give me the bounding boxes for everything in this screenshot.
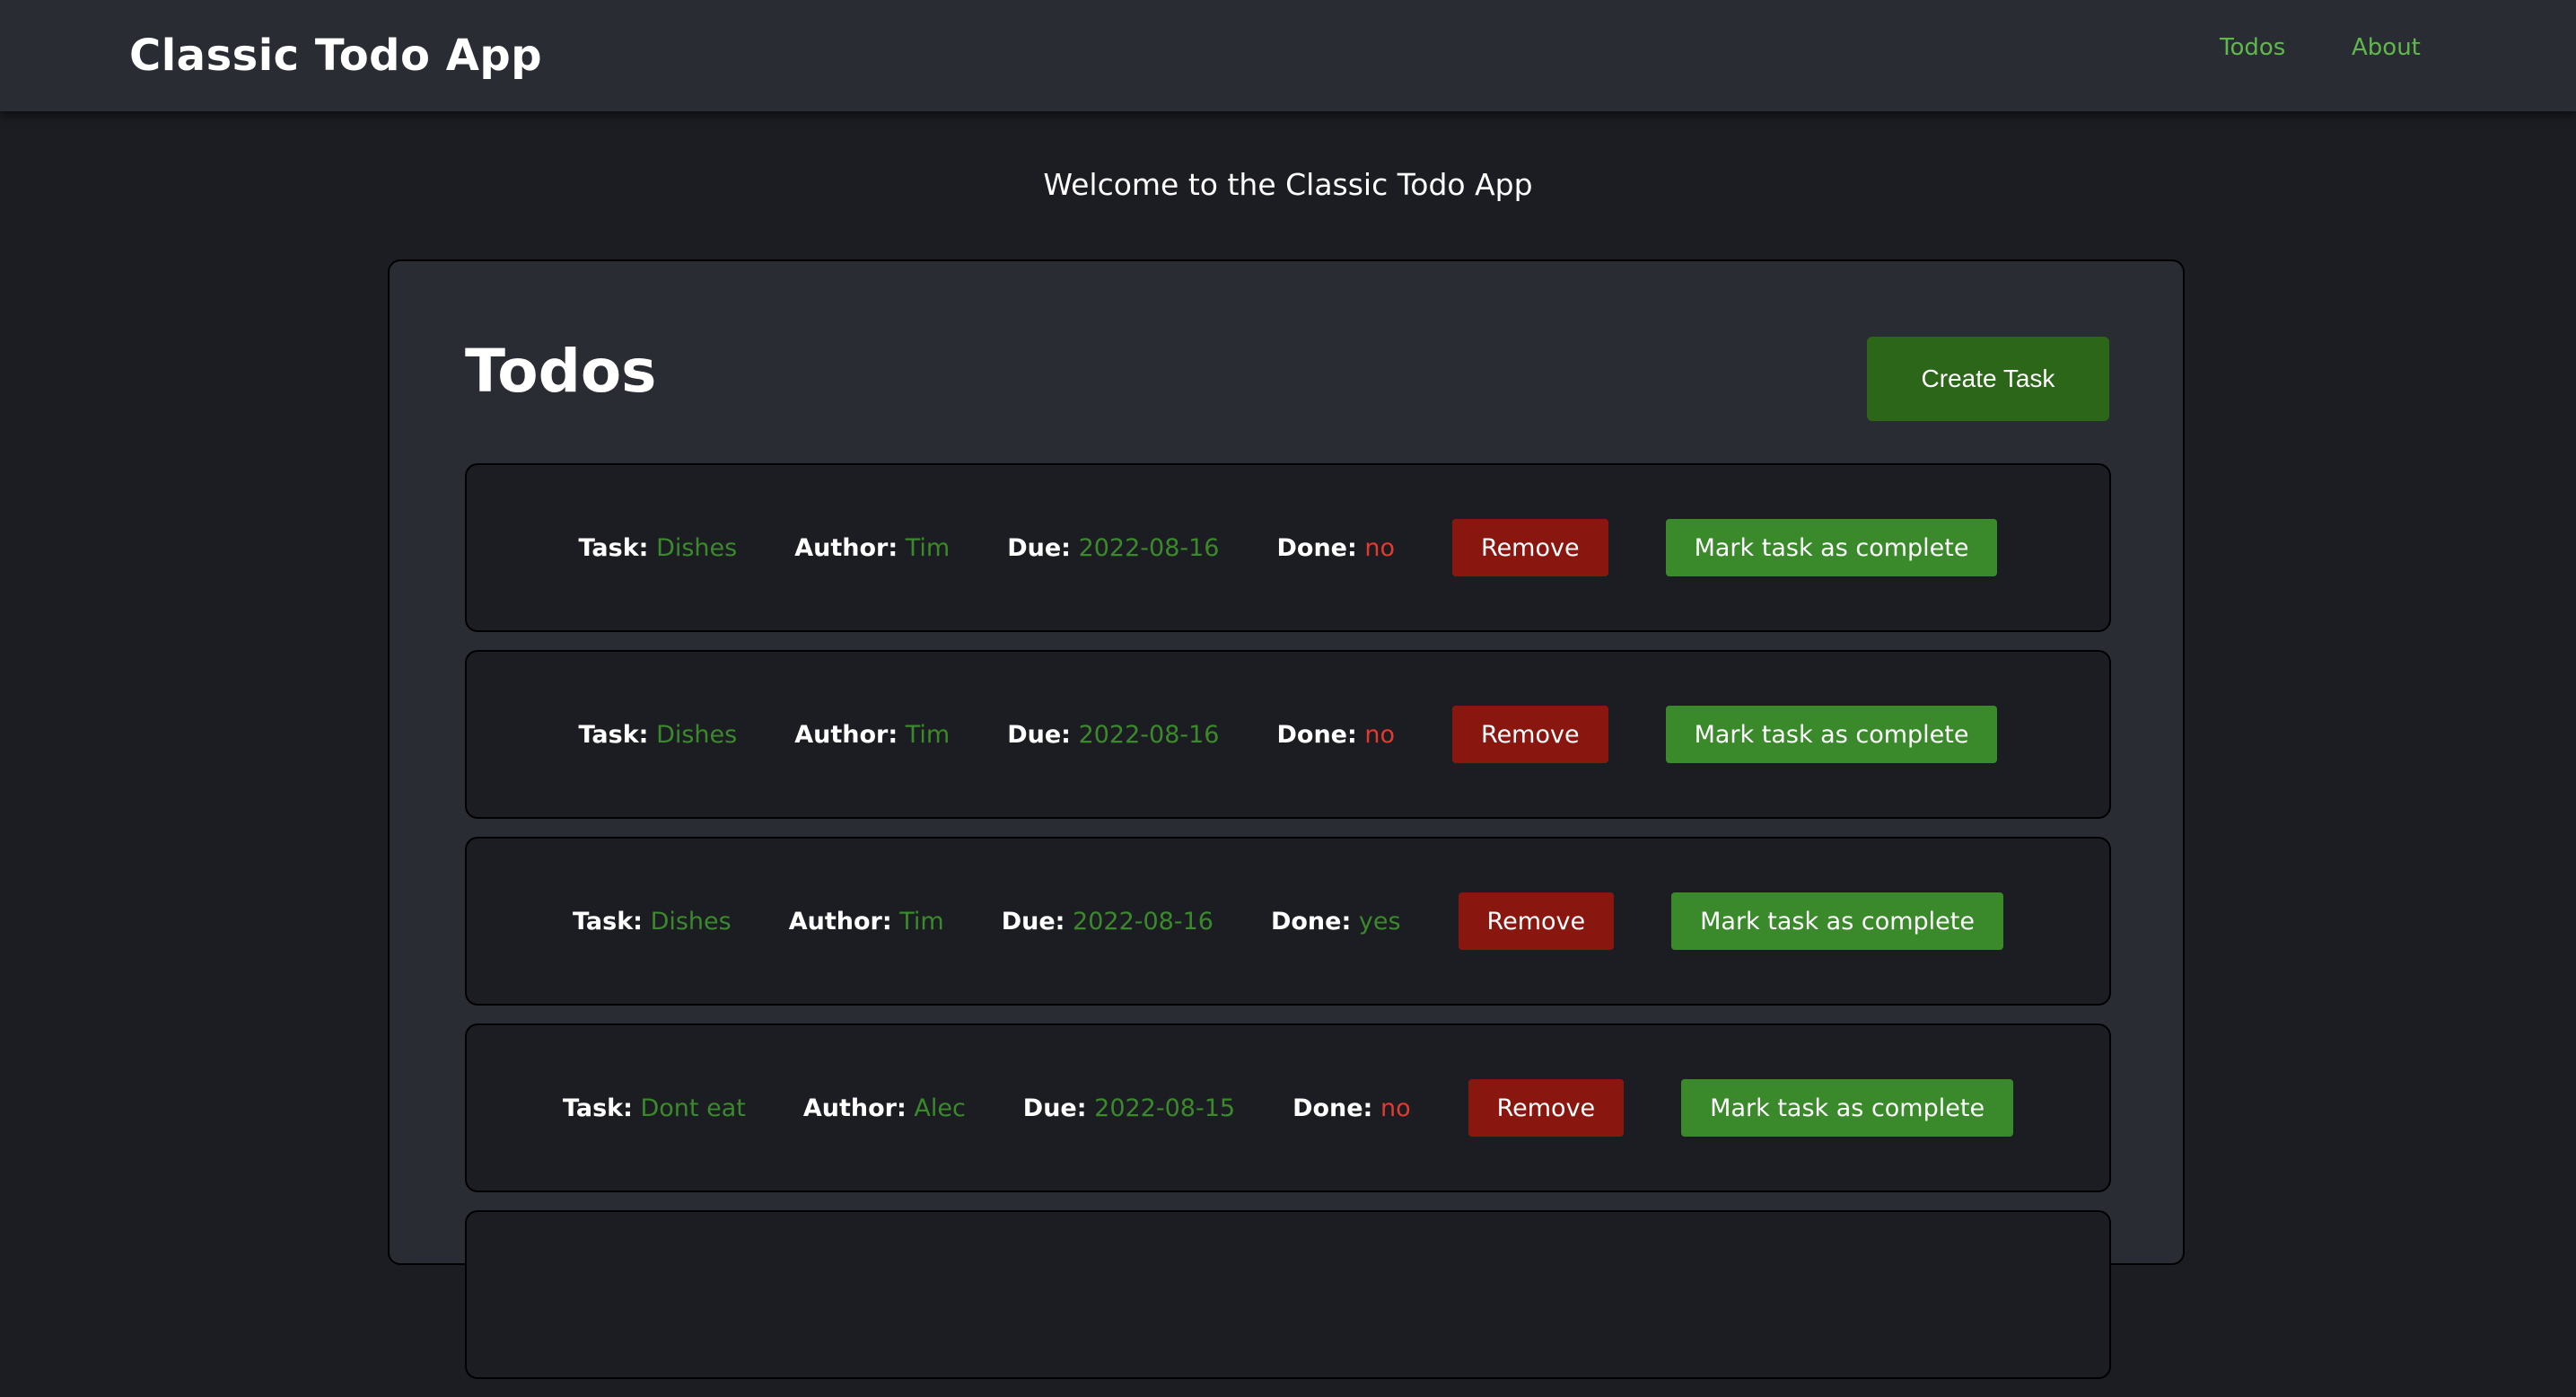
due-field: Due: 2022-08-15 [1023, 1094, 1235, 1122]
done-value: no [1364, 720, 1396, 749]
due-value: 2022-08-16 [1078, 720, 1220, 749]
due-value: 2022-08-16 [1078, 533, 1220, 562]
task-label: Task: [578, 533, 649, 562]
done-label: Done: [1270, 907, 1352, 936]
author-value: Tim [899, 907, 944, 936]
done-label: Done: [1276, 720, 1357, 749]
author-label: Author: [794, 533, 898, 562]
author-value: Tim [905, 720, 951, 749]
mark-complete-button[interactable]: Mark task as complete [1681, 1079, 2014, 1137]
navbar: Classic Todo App Todos About [0, 0, 2576, 111]
remove-button[interactable]: Remove [1452, 706, 1608, 763]
task-value: Dishes [656, 533, 738, 562]
task-label: Task: [578, 720, 649, 749]
create-task-button[interactable]: Create Task [1867, 337, 2109, 421]
done-field: Done: yes [1271, 908, 1401, 936]
todo-item: Task: Dishes Author: Tim Due: 2022-08-16… [465, 463, 2111, 632]
due-label: Due: [1001, 907, 1065, 936]
nav-link-todos[interactable]: Todos [2220, 34, 2285, 61]
task-label: Task: [572, 907, 643, 936]
due-label: Due: [1007, 720, 1071, 749]
welcome-message: Welcome to the Classic Todo App [1043, 167, 1533, 202]
due-field: Due: 2022-08-16 [1007, 534, 1219, 562]
task-value: Dont eat [640, 1094, 746, 1122]
page-title: Todos [465, 337, 657, 406]
todo-item [465, 1210, 2111, 1379]
todos-panel: Todos Create Task Task: Dishes Author: T… [388, 259, 2185, 1379]
todo-list: Task: Dishes Author: Tim Due: 2022-08-16… [465, 463, 2111, 1397]
author-field: Author: Tim [794, 534, 950, 562]
done-value: yes [1358, 907, 1401, 936]
todo-item: Task: Dishes Author: Tim Due: 2022-08-16… [465, 837, 2111, 1006]
due-label: Due: [1007, 533, 1071, 562]
due-value: 2022-08-15 [1094, 1094, 1236, 1122]
due-field: Due: 2022-08-16 [1002, 908, 1214, 936]
done-field: Done: no [1292, 1094, 1411, 1122]
due-field: Due: 2022-08-16 [1007, 721, 1219, 749]
mark-complete-button[interactable]: Mark task as complete [1665, 706, 1998, 763]
task-label: Task: [562, 1094, 633, 1122]
todo-item: Task: Dont eat Author: Alec Due: 2022-08… [465, 1024, 2111, 1192]
author-value: Tim [905, 533, 951, 562]
task-field: Task: Dishes [579, 721, 738, 749]
remove-button[interactable]: Remove [1458, 892, 1615, 950]
author-label: Author: [794, 720, 898, 749]
author-label: Author: [788, 907, 892, 936]
task-field: Task: Dishes [573, 908, 732, 936]
due-label: Due: [1022, 1094, 1087, 1122]
author-field: Author: Tim [794, 721, 950, 749]
task-value: Dishes [656, 720, 738, 749]
done-label: Done: [1292, 1094, 1373, 1122]
mark-complete-button[interactable]: Mark task as complete [1665, 519, 1998, 576]
remove-button[interactable]: Remove [1468, 1079, 1625, 1137]
done-field: Done: no [1276, 534, 1395, 562]
done-label: Done: [1276, 533, 1357, 562]
task-value: Dishes [650, 907, 732, 936]
task-field: Task: Dont eat [563, 1094, 746, 1122]
todo-item: Task: Dishes Author: Tim Due: 2022-08-16… [465, 650, 2111, 819]
author-label: Author: [802, 1094, 907, 1122]
nav-link-about[interactable]: About [2352, 34, 2421, 61]
done-value: no [1380, 1094, 1411, 1122]
task-field: Task: Dishes [579, 534, 738, 562]
due-value: 2022-08-16 [1073, 907, 1214, 936]
done-field: Done: no [1276, 721, 1395, 749]
done-value: no [1364, 533, 1396, 562]
mark-complete-button[interactable]: Mark task as complete [1671, 892, 2003, 950]
author-field: Author: Alec [803, 1094, 966, 1122]
author-value: Alec [914, 1094, 966, 1122]
app-brand: Classic Todo App [129, 31, 543, 81]
remove-button[interactable]: Remove [1452, 519, 1608, 576]
author-field: Author: Tim [789, 908, 944, 936]
